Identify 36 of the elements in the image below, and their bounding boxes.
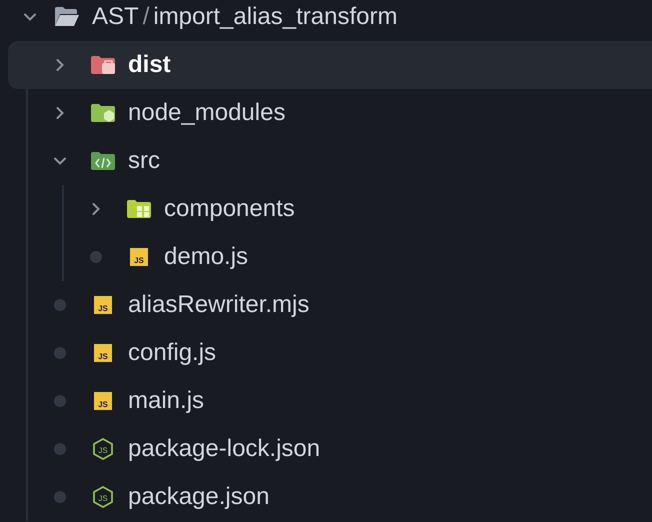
tree-row[interactable]: src [0,137,652,185]
file-name: package-lock.json [128,434,320,464]
tree-row[interactable]: JS aliasRewriter.mjs [0,281,652,329]
file-dot-icon [90,251,102,263]
path-separator: / [142,2,150,32]
folder-name: src [128,146,160,176]
file-dot-icon [54,299,66,311]
tree-row[interactable]: JS config.js [0,329,652,377]
tree-row[interactable]: JS package.json [0,473,652,521]
file-name: config.js [128,338,216,368]
file-dot-icon [54,491,66,503]
tree-row[interactable]: node_modules [0,89,652,137]
file-dot-icon [54,395,66,407]
tree-row[interactable]: components [0,185,652,233]
folder-briefcase-icon [90,54,116,76]
tree-row[interactable]: JS package-lock.json [0,425,652,473]
file-dot-icon [54,347,66,359]
tree-row[interactable]: JS main.js [0,377,652,425]
project-name: AST [92,2,139,32]
folder-blocks-icon [126,198,152,220]
folder-name: import_alias_transform [153,2,398,32]
selected-tree-row[interactable]: dist [8,41,652,89]
file-name: demo.js [164,242,248,272]
tree-row[interactable]: JS demo.js [0,233,652,281]
hexagon-file-icon: JS [90,438,116,460]
folder-name: node_modules [128,98,286,128]
folder-hexagon-icon [90,102,116,124]
folder-name: components [164,194,295,224]
folder-code-icon [90,150,116,172]
file-dot-icon [54,443,66,455]
folder-name: dist [128,50,171,80]
file-name: aliasRewriter.mjs [128,290,310,320]
hexagon-file-icon: JS [90,486,116,508]
file-name: main.js [128,386,204,416]
open-folder-icon [54,6,80,28]
file-name: package.json [128,482,270,512]
